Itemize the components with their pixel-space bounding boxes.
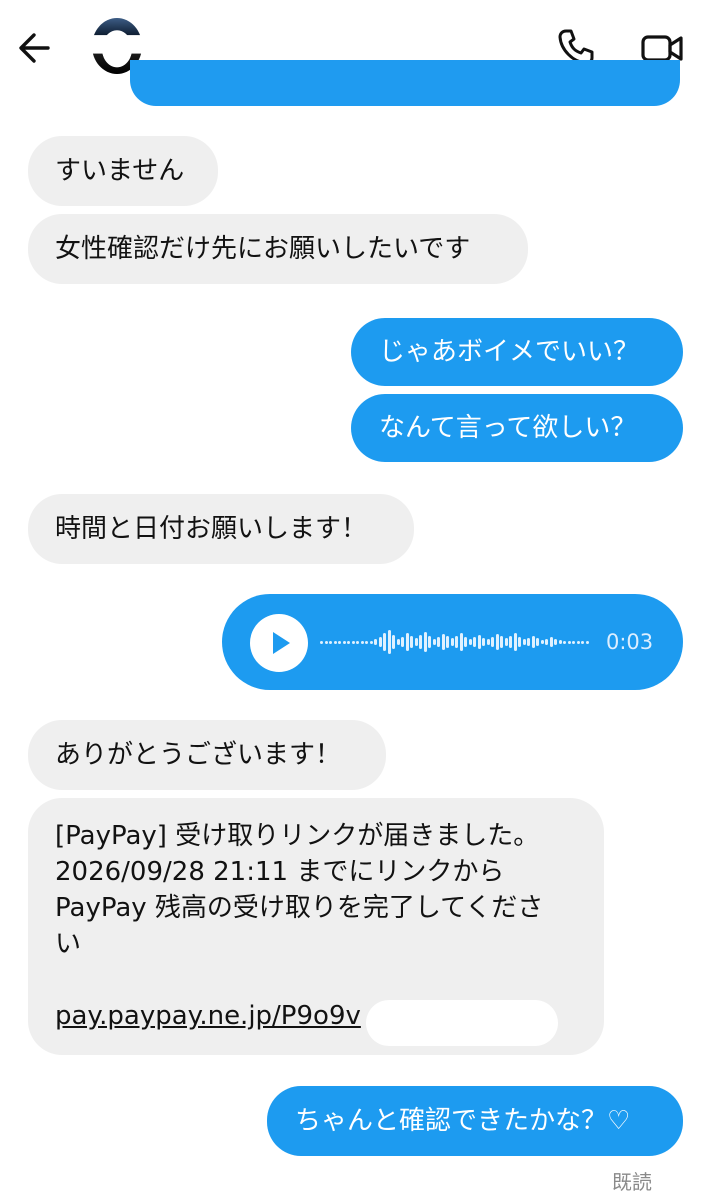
waveform-bar	[437, 637, 440, 647]
waveform-bar	[482, 638, 485, 646]
waveform-bar	[351, 640, 355, 644]
message-incoming: 女性確認だけ先にお願いしたいです	[28, 214, 528, 284]
waveform-bar	[504, 638, 508, 646]
waveform-bar	[500, 636, 503, 648]
waveform-bar	[477, 635, 481, 649]
waveform-bar	[432, 639, 436, 645]
message-outgoing: じゃあボイメでいい？	[351, 318, 683, 386]
waveform-bar	[473, 637, 476, 647]
waveform-bar	[419, 635, 422, 649]
message-text: じゃあボイメでいい？	[379, 337, 640, 367]
paypay-line: い	[55, 929, 82, 959]
waveform-bar	[554, 639, 557, 645]
waveform-bar	[468, 639, 472, 645]
waveform-bar	[428, 636, 431, 648]
waveform-bar	[567, 640, 571, 644]
waveform-bar	[459, 633, 463, 651]
seen-status: 既読	[612, 1170, 652, 1194]
message-text: ありがとうございます！	[55, 740, 342, 770]
waveform-bar	[446, 636, 449, 648]
waveform-bar	[495, 634, 499, 650]
waveform-bar	[405, 633, 409, 651]
waveform-bar	[320, 640, 323, 644]
waveform-bar	[540, 640, 544, 644]
voice-duration: 0:03	[606, 630, 654, 654]
waveform-bar	[513, 633, 517, 651]
waveform-bar	[356, 640, 359, 644]
waveform-bar	[581, 640, 584, 644]
waveform-bar	[324, 640, 328, 644]
redaction-mark	[366, 1000, 558, 1046]
waveform-bar	[360, 640, 364, 644]
waveform-bar	[333, 640, 337, 644]
waveform-bar	[522, 639, 526, 645]
waveform-bar	[392, 635, 395, 649]
waveform-bar	[572, 640, 575, 644]
waveform-bar	[585, 640, 589, 644]
waveform-bar	[374, 639, 377, 645]
message-incoming: ありがとうございます！	[28, 720, 386, 790]
voice-message: 0:03	[222, 594, 683, 690]
waveform-bar	[536, 638, 539, 646]
message-outgoing: ちゃんと確認できたかな？♡	[267, 1086, 683, 1156]
waveform-bar	[383, 633, 386, 651]
message-text: すいません	[55, 156, 185, 186]
waveform-bar	[410, 636, 413, 648]
waveform-bar	[401, 637, 404, 647]
waveform-bar	[549, 637, 553, 647]
previous-message-bubble	[130, 60, 680, 106]
waveform-bar	[455, 636, 458, 648]
waveform-bar	[441, 634, 445, 650]
waveform[interactable]	[320, 624, 589, 660]
waveform-bar	[365, 640, 368, 644]
waveform-bar	[450, 638, 454, 646]
waveform-bar	[329, 640, 332, 644]
waveform-bar	[509, 636, 512, 648]
waveform-bar	[486, 639, 490, 645]
paypay-line: PayPay 残高の受け取りを完了してくださ	[55, 893, 544, 923]
waveform-bar	[545, 639, 548, 645]
message-text: 女性確認だけ先にお願いしたいです	[55, 234, 471, 264]
waveform-bar	[563, 640, 566, 644]
waveform-bar	[491, 637, 494, 647]
message-text: ちゃんと確認できたかな？♡	[295, 1106, 631, 1136]
waveform-bar	[414, 638, 418, 646]
waveform-bar	[464, 637, 467, 647]
message-incoming: 時間と日付お願いします！	[28, 494, 414, 564]
waveform-bar	[527, 638, 530, 646]
waveform-bar	[342, 640, 346, 644]
waveform-bar	[531, 636, 535, 648]
play-icon[interactable]	[250, 614, 308, 672]
message-text: なんて言って欲しい？	[379, 413, 637, 443]
waveform-bar	[576, 640, 580, 644]
message-outgoing: なんて言って欲しい？	[351, 394, 683, 462]
waveform-bar	[558, 640, 562, 644]
message-incoming: すいません	[28, 136, 218, 206]
paypay-link[interactable]: pay.paypay.ne.jp/P9o9v	[55, 1001, 361, 1031]
waveform-bar	[338, 640, 341, 644]
paypay-line: 2026/09/28 21:11 までにリンクから	[55, 857, 505, 887]
waveform-bar	[396, 639, 400, 645]
message-text: 時間と日付お願いします！	[55, 514, 368, 544]
waveform-bar	[518, 637, 521, 647]
waveform-bar	[347, 640, 350, 644]
waveform-bar	[387, 630, 391, 654]
waveform-bar	[378, 637, 382, 647]
waveform-bar	[423, 632, 427, 652]
waveform-bar	[369, 640, 373, 644]
paypay-line: [PayPay] 受け取りリンクが届きました。	[55, 821, 540, 851]
arrow-left-icon[interactable]	[14, 26, 58, 70]
